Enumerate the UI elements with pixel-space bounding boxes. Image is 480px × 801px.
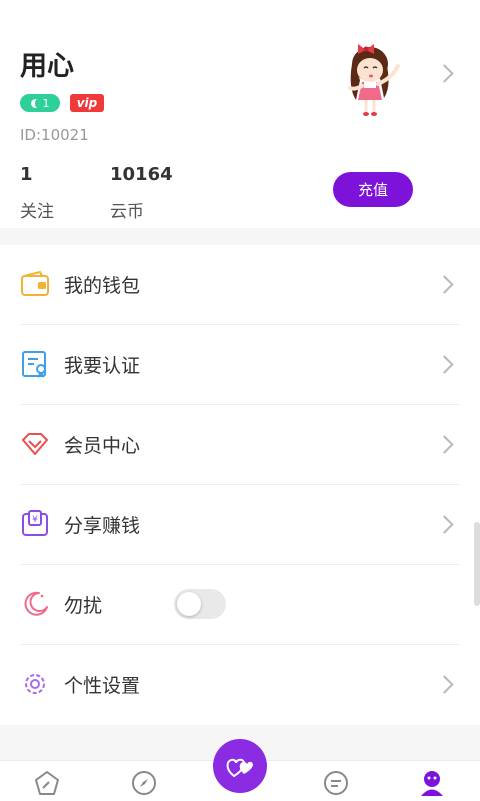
diamond-icon: [20, 429, 50, 459]
recharge-button[interactable]: 充值: [333, 172, 413, 207]
menu-item-share-earn[interactable]: ¥ 分享赚钱: [0, 485, 480, 565]
following-label[interactable]: 关注: [20, 197, 54, 222]
following-count[interactable]: 1: [20, 164, 33, 185]
chevron-right-icon: [435, 675, 454, 694]
svg-text:¥: ¥: [32, 515, 38, 525]
chevron-right-icon: [435, 515, 454, 534]
chevron-right-icon[interactable]: [435, 64, 454, 83]
menu-item-label: 我要认证: [64, 355, 141, 377]
home-pentagon-icon: [35, 771, 59, 795]
menu-list: 我的钱包 我要认证 会员中心 ¥ 分享赚钱 勿扰 个性设置: [0, 245, 480, 725]
avatar[interactable]: [326, 30, 418, 122]
menu-item-label: 会员中心: [64, 435, 141, 457]
certification-icon: [20, 349, 50, 379]
hearts-icon: [226, 758, 253, 778]
level-moon-icon: [30, 98, 40, 108]
vip-badge: vip: [70, 94, 104, 112]
chat-icon: [324, 771, 348, 795]
level-badge: 1: [20, 94, 60, 112]
toggle-knob: [177, 592, 201, 616]
coin-label: 云币: [110, 202, 144, 222]
menu-item-label: 分享赚钱: [64, 515, 141, 537]
menu-item-wallet[interactable]: 我的钱包: [0, 245, 480, 325]
share-earn-icon: ¥: [20, 509, 50, 539]
compass-icon: [132, 771, 156, 795]
chevron-right-icon: [435, 355, 454, 374]
gear-icon: [20, 669, 50, 699]
moon-icon: [20, 589, 50, 619]
tab-discover[interactable]: [130, 769, 158, 797]
tab-profile[interactable]: [418, 769, 446, 797]
menu-item-certification[interactable]: 我要认证: [0, 325, 480, 405]
menu-item-label: 勿扰: [64, 595, 103, 617]
menu-item-label: 个性设置: [64, 675, 141, 697]
chevron-right-icon: [435, 275, 454, 294]
chevron-right-icon: [435, 435, 454, 454]
user-id: ID:10021: [20, 126, 89, 144]
wallet-icon: [20, 269, 50, 299]
tab-home[interactable]: [33, 769, 61, 797]
tab-messages[interactable]: [322, 769, 350, 797]
scroll-indicator[interactable]: [474, 522, 480, 606]
username: 用心: [20, 51, 74, 82]
profile-icon: [421, 771, 443, 796]
menu-item-membership[interactable]: 会员中心: [0, 405, 480, 485]
coin-count: 10164: [110, 164, 173, 185]
do-not-disturb-toggle[interactable]: [174, 589, 226, 619]
menu-item-settings[interactable]: 个性设置: [0, 645, 480, 725]
level-value: 1: [42, 96, 50, 110]
menu-item-do-not-disturb: 勿扰: [0, 565, 480, 645]
menu-item-label: 我的钱包: [64, 275, 141, 297]
profile-header: 用心 1 vip ID:10021 1 关注 10164 云币 充值: [0, 0, 480, 228]
center-match-button[interactable]: [213, 739, 267, 793]
